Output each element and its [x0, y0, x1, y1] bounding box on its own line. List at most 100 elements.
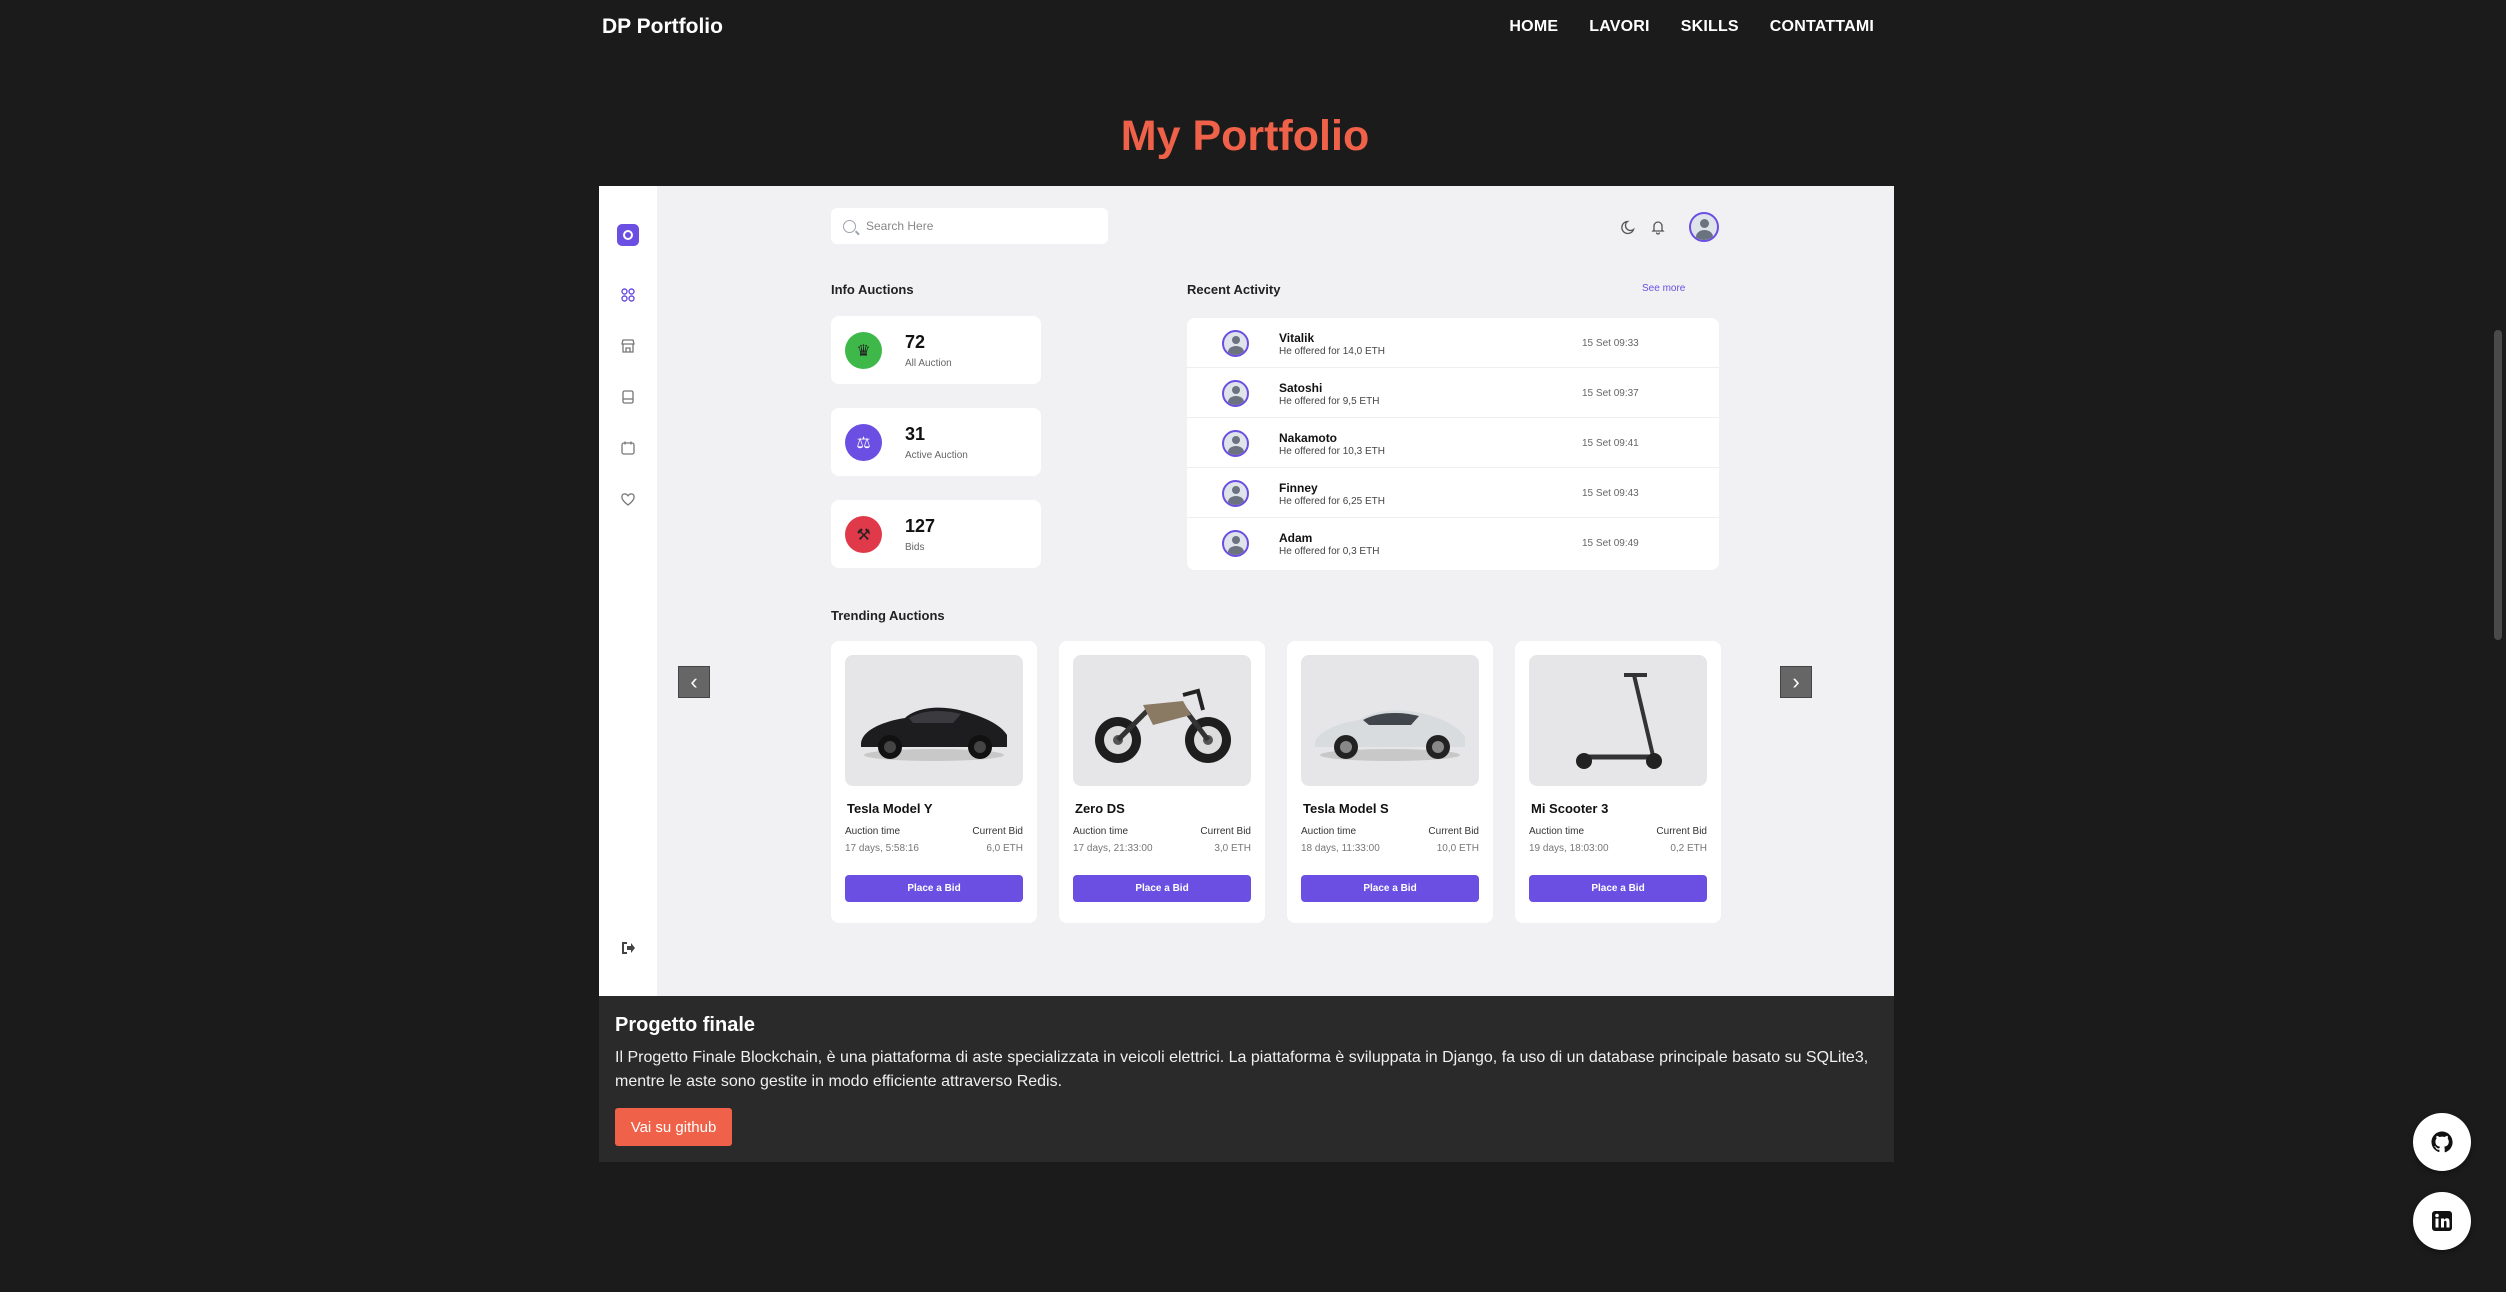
github-icon — [2430, 1130, 2454, 1154]
app-logo-icon — [617, 224, 639, 246]
stat-label: All Auction — [905, 358, 952, 369]
search-icon — [843, 219, 856, 233]
auction-time-value: 19 days, 18:03:00 — [1529, 843, 1609, 854]
page-title: My Portfolio — [1120, 112, 1370, 160]
dashboard-sidebar — [599, 186, 657, 996]
activity-time: 15 Set 09:33 — [1582, 338, 1639, 349]
nav-link-home[interactable]: HOME — [1509, 18, 1558, 36]
auction-name: Tesla Model Y — [847, 801, 933, 816]
heart-icon — [620, 491, 636, 507]
nav-link-skills[interactable]: SKILLS — [1681, 18, 1739, 36]
recent-activity-list: Vitalik He offered for 14,0 ETH 15 Set 0… — [1187, 318, 1719, 570]
bell-icon — [1650, 219, 1666, 235]
auction-time-label: Auction time — [1301, 826, 1357, 837]
place-bid-button: Place a Bid — [1529, 875, 1707, 902]
activity-time: 15 Set 09:41 — [1582, 438, 1639, 449]
project-screenshot: Info Auctions Recent Activity See more ♛… — [599, 186, 1894, 996]
current-bid-label: Current Bid — [1200, 826, 1251, 837]
stat-card-all-auction: ♛ 72 All Auction — [831, 316, 1041, 384]
calendar-icon — [620, 440, 636, 456]
auction-time-label: Auction time — [1073, 826, 1129, 837]
auction-time-value: 17 days, 5:58:16 — [845, 843, 919, 854]
activity-time: 15 Set 09:37 — [1582, 388, 1639, 399]
brand-logo[interactable]: DP Portfolio — [602, 15, 723, 39]
activity-desc: He offered for 9,5 ETH — [1279, 396, 1380, 407]
place-bid-button: Place a Bid — [1073, 875, 1251, 902]
linkedin-fab[interactable] — [2413, 1192, 2471, 1250]
scrollbar-thumb[interactable] — [2494, 330, 2502, 640]
see-more-link: See more — [1642, 283, 1686, 294]
activity-desc: He offered for 6,25 ETH — [1279, 496, 1385, 507]
current-bid-value: 3,0 ETH — [1214, 843, 1251, 854]
carousel-next-icon: › — [1780, 666, 1812, 698]
activity-desc: He offered for 0,3 ETH — [1279, 546, 1380, 557]
page-scrollbar[interactable] — [2490, 0, 2506, 1292]
logout-icon — [620, 940, 636, 956]
stat-label: Bids — [905, 542, 925, 553]
car-image — [845, 655, 1023, 786]
activity-row: Finney He offered for 6,25 ETH 15 Set 09… — [1187, 468, 1719, 518]
activity-desc: He offered for 10,3 ETH — [1279, 446, 1385, 457]
project-description: Il Progetto Finale Blockchain, è una pia… — [615, 1049, 1869, 1090]
activity-name: Vitalik — [1279, 331, 1315, 345]
top-navbar: DP Portfolio HOME LAVORI SKILLS CONTATTA… — [0, 0, 2490, 56]
github-fab[interactable] — [2413, 1113, 2471, 1171]
activity-name: Nakamoto — [1279, 431, 1338, 445]
nav-link-lavori[interactable]: LAVORI — [1589, 18, 1649, 36]
auction-card: Mi Scooter 3 Auction time Current Bid 19… — [1515, 641, 1721, 923]
activity-name: Adam — [1279, 531, 1313, 545]
auction-time-value: 18 days, 11:33:00 — [1301, 843, 1380, 854]
scooter-image — [1529, 655, 1707, 786]
user-avatar-icon — [1222, 430, 1249, 457]
nav-links: HOME LAVORI SKILLS CONTATTAMI — [1509, 18, 1874, 36]
auction-time-value: 17 days, 21:33:00 — [1073, 843, 1153, 854]
auction-card: Zero DS Auction time Current Bid 17 days… — [1059, 641, 1265, 923]
activity-desc: He offered for 14,0 ETH — [1279, 346, 1385, 357]
auction-card: Tesla Model S Auction time Current Bid 1… — [1287, 641, 1493, 923]
search-input — [866, 219, 1086, 233]
user-avatar-icon — [1222, 380, 1249, 407]
grid-icon — [620, 287, 636, 303]
current-bid-value: 10,0 ETH — [1436, 843, 1479, 854]
carousel-prev-icon: ‹ — [678, 666, 710, 698]
stat-value: 31 — [905, 424, 926, 444]
dashboard-search — [831, 208, 1108, 244]
activity-time: 15 Set 09:43 — [1582, 488, 1639, 499]
auction-name: Tesla Model S — [1303, 801, 1389, 816]
activity-row: Nakamoto He offered for 10,3 ETH 15 Set … — [1187, 418, 1719, 468]
stat-card-active-auction: ⚖ 31 Active Auction — [831, 408, 1041, 476]
store-icon — [620, 338, 636, 354]
auction-time-label: Auction time — [1529, 826, 1585, 837]
activity-time: 15 Set 09:49 — [1582, 538, 1639, 549]
user-avatar — [1689, 212, 1719, 242]
project-title: Progetto finale — [615, 1014, 756, 1036]
trending-auctions-title: Trending Auctions — [831, 608, 945, 623]
stat-value: 72 — [905, 332, 926, 352]
auction-time-label: Auction time — [845, 826, 901, 837]
stat-card-bids: ⚒ 127 Bids — [831, 500, 1041, 568]
gavel-icon: ⚒ — [845, 516, 882, 553]
car-image — [1301, 655, 1479, 786]
trophy-icon: ♛ — [845, 332, 882, 369]
activity-row: Adam He offered for 0,3 ETH 15 Set 09:49 — [1187, 518, 1719, 568]
wallet-icon — [620, 389, 636, 405]
activity-name: Finney — [1279, 481, 1318, 495]
recent-activity-title: Recent Activity — [1187, 282, 1281, 297]
dashboard-top-icons — [1621, 212, 1719, 242]
auction-name: Mi Scooter 3 — [1531, 801, 1609, 816]
moon-icon — [1621, 219, 1637, 235]
activity-row: Satoshi He offered for 9,5 ETH 15 Set 09… — [1187, 368, 1719, 418]
github-button[interactable]: Vai su github — [615, 1108, 732, 1146]
user-avatar-icon — [1222, 530, 1249, 557]
info-auctions-title: Info Auctions — [831, 282, 914, 297]
auction-card: Tesla Model Y Auction time Current Bid 1… — [831, 641, 1037, 923]
project-caption: Progetto finale Il Progetto Finale Block… — [599, 996, 1894, 1162]
current-bid-label: Current Bid — [1656, 826, 1707, 837]
linkedin-icon — [2430, 1209, 2454, 1233]
stat-label: Active Auction — [905, 450, 968, 461]
nav-link-contattami[interactable]: CONTATTAMI — [1770, 18, 1874, 36]
activity-name: Satoshi — [1279, 381, 1323, 395]
place-bid-button: Place a Bid — [1301, 875, 1479, 902]
current-bid-label: Current Bid — [972, 826, 1023, 837]
user-avatar-icon — [1222, 480, 1249, 507]
